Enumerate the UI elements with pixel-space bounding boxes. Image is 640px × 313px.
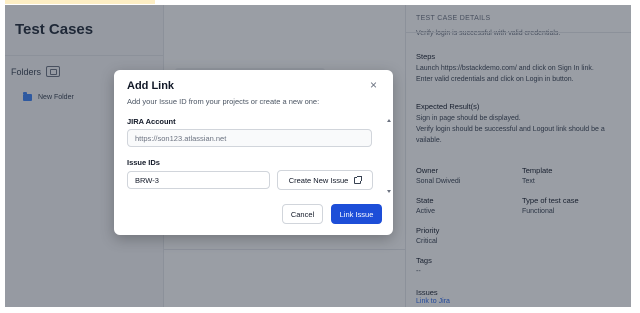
- top-accent-strip: [5, 0, 155, 4]
- dialog-scrollbar[interactable]: [385, 117, 391, 197]
- dialog-title: Add Link: [127, 80, 175, 92]
- dialog-subtitle: Add your Issue ID from your projects or …: [127, 97, 320, 106]
- scroll-up-icon[interactable]: [387, 119, 391, 122]
- issue-ids-label: Issue IDs: [127, 158, 160, 167]
- jira-account-field[interactable]: https://son123.atlassian.net: [127, 129, 372, 147]
- add-link-dialog: Add Link × Add your Issue ID from your p…: [114, 70, 393, 235]
- create-new-issue-button[interactable]: Create New Issue: [277, 170, 373, 190]
- external-link-icon: [354, 175, 363, 184]
- close-icon[interactable]: ×: [370, 78, 377, 92]
- scroll-down-icon[interactable]: [387, 190, 391, 193]
- create-new-issue-label: Create New Issue: [288, 175, 349, 185]
- cancel-button[interactable]: Cancel: [282, 204, 323, 224]
- jira-account-label: JIRA Account: [127, 117, 176, 126]
- link-issue-button[interactable]: Link Issue: [331, 204, 382, 224]
- issue-id-input[interactable]: BRW-3: [127, 171, 270, 189]
